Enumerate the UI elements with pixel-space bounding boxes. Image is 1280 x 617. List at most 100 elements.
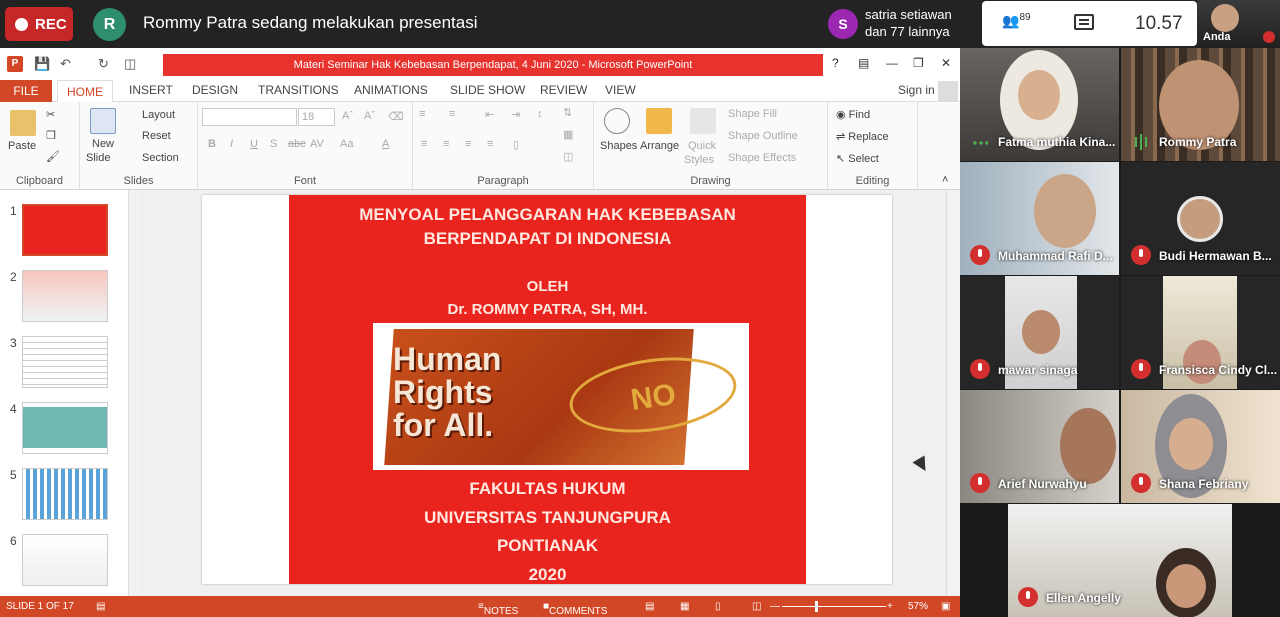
powerpoint-app-icon[interactable]: P: [7, 56, 23, 72]
shape-effects-button[interactable]: Shape Effects: [728, 152, 796, 164]
slide-title[interactable]: MENYOAL PELANGGARAN HAK KEBEBASAN BERPEN…: [289, 203, 806, 251]
participant-tile[interactable]: Budi Hermawan B...: [1121, 162, 1280, 275]
close-icon[interactable]: ✕: [941, 56, 951, 70]
reading-view-icon[interactable]: ▯: [715, 601, 721, 612]
reset-button[interactable]: Reset: [142, 130, 171, 142]
justify-icon[interactable]: ≡: [487, 138, 493, 150]
bold-button[interactable]: B: [208, 138, 216, 150]
new-slide-label[interactable]: Slide: [86, 152, 110, 164]
strikethrough-button[interactable]: abc: [288, 138, 306, 150]
replace-button[interactable]: ⇌ Replace: [836, 130, 889, 143]
fit-slide-icon[interactable]: ▣: [941, 601, 950, 612]
columns-icon[interactable]: ▯: [513, 138, 519, 151]
slideshow-view-icon[interactable]: ◫: [752, 601, 761, 612]
new-slide-icon[interactable]: [90, 108, 116, 134]
spellcheck-icon[interactable]: ▤: [96, 601, 105, 612]
tab-home[interactable]: HOME: [57, 80, 113, 103]
zoom-level[interactable]: 57%: [908, 601, 928, 612]
tab-review[interactable]: REVIEW: [540, 83, 587, 97]
participant-tile[interactable]: mawar sinaga: [960, 276, 1119, 389]
quick-styles-icon[interactable]: [690, 108, 716, 134]
format-painter-icon[interactable]: 🖌: [46, 150, 60, 163]
normal-view-icon[interactable]: ▤: [645, 601, 654, 612]
notes-button[interactable]: ≡ NOTES: [478, 601, 518, 617]
participant-tile[interactable]: Shana Febriany: [1121, 390, 1280, 503]
cut-icon[interactable]: ✂: [46, 108, 55, 121]
participant-tile[interactable]: Muhammad Rafi D...: [960, 162, 1119, 275]
save-icon[interactable]: 💾: [34, 56, 50, 72]
slide-thumbnail-4[interactable]: [22, 402, 108, 454]
recording-indicator[interactable]: REC: [5, 7, 73, 41]
participant-tile[interactable]: Fransisca Cindy Cl...: [1121, 276, 1280, 389]
user-avatar-icon[interactable]: [938, 81, 958, 101]
tab-insert[interactable]: INSERT: [129, 83, 173, 97]
slide-university[interactable]: UNIVERSITAS TANJUNGPURA: [289, 508, 806, 528]
viewers-summary[interactable]: satria setiawan dan 77 lainnya: [865, 6, 952, 40]
shape-outline-button[interactable]: Shape Outline: [728, 130, 798, 142]
text-direction-icon[interactable]: ⇅: [563, 106, 572, 119]
tab-design[interactable]: DESIGN: [192, 83, 238, 97]
font-name-box[interactable]: [202, 108, 297, 126]
align-text-icon[interactable]: ▦: [563, 128, 573, 141]
tab-view[interactable]: VIEW: [605, 83, 636, 97]
slide-thumbnail-1[interactable]: [22, 204, 108, 256]
self-view-tile[interactable]: Anda: [1197, 0, 1280, 48]
participant-tile[interactable]: Fatma muthia Kina...: [960, 48, 1119, 161]
align-left-icon[interactable]: ≡: [421, 138, 427, 150]
tab-slide-show[interactable]: SLIDE SHOW: [450, 83, 525, 97]
paste-icon[interactable]: [10, 110, 36, 136]
shadow-button[interactable]: S: [270, 138, 277, 150]
shape-fill-button[interactable]: Shape Fill: [728, 108, 777, 120]
new-slide-button[interactable]: New: [92, 138, 114, 150]
char-spacing-button[interactable]: AV: [310, 138, 324, 150]
slide-thumbnail-6[interactable]: [22, 534, 108, 586]
participants-button[interactable]: 👥89: [1002, 12, 1031, 30]
participant-tile[interactable]: Ellen Angelly: [1008, 504, 1232, 617]
participant-tile[interactable]: Arief Nurwahyu: [960, 390, 1119, 503]
increase-indent-icon[interactable]: ⇥: [511, 108, 520, 121]
copy-icon[interactable]: ❐: [46, 129, 56, 142]
restore-icon[interactable]: ❐: [913, 56, 924, 70]
arrange-button[interactable]: Arrange: [640, 140, 679, 152]
tab-transitions[interactable]: TRANSITIONS: [258, 83, 339, 97]
align-right-icon[interactable]: ≡: [465, 138, 471, 150]
decrease-indent-icon[interactable]: ⇤: [485, 108, 494, 121]
shapes-icon[interactable]: [604, 108, 630, 134]
zoom-out-icon[interactable]: —: [770, 601, 780, 612]
zoom-in-icon[interactable]: +: [887, 601, 893, 612]
slide-sorter-icon[interactable]: ▦: [680, 601, 689, 612]
help-icon[interactable]: ?: [832, 56, 839, 70]
bullets-icon[interactable]: ≡: [419, 108, 425, 120]
slide-thumbnail-3[interactable]: [22, 336, 108, 388]
font-color-button[interactable]: A: [382, 138, 389, 150]
arrange-icon[interactable]: [646, 108, 672, 134]
tab-file[interactable]: FILE: [0, 80, 52, 102]
ribbon-display-icon[interactable]: ▤: [858, 56, 869, 70]
zoom-slider[interactable]: [782, 606, 886, 607]
participant-tile[interactable]: Rommy Patra: [1121, 48, 1280, 161]
clear-format-icon[interactable]: ⌫: [388, 110, 404, 123]
sign-in-link[interactable]: Sign in: [898, 83, 935, 97]
collapse-ribbon-icon[interactable]: ˄: [942, 174, 948, 186]
align-center-icon[interactable]: ≡: [443, 138, 449, 150]
section-button[interactable]: Section: [142, 152, 179, 164]
paste-button[interactable]: Paste: [8, 140, 36, 152]
layout-button[interactable]: Layout: [142, 109, 175, 121]
human-rights-image[interactable]: Human Rights for All. NO: [373, 323, 749, 470]
shrink-font-icon[interactable]: Aˇ: [364, 110, 375, 122]
find-button[interactable]: ◉ Find: [836, 108, 870, 121]
numbering-icon[interactable]: ≡: [449, 108, 455, 120]
slide-oleh[interactable]: OLEH: [289, 278, 806, 295]
change-case-button[interactable]: Aa: [340, 138, 353, 150]
quick-styles-button[interactable]: Quick: [688, 140, 716, 152]
editor-scrollbar[interactable]: [946, 190, 960, 596]
slide-faculty[interactable]: FAKULTAS HUKUM: [289, 479, 806, 499]
tab-animations[interactable]: ANIMATIONS: [354, 83, 428, 97]
slide-year[interactable]: 2020: [289, 565, 806, 585]
start-slideshow-icon[interactable]: ◫: [124, 56, 136, 72]
slide-author[interactable]: Dr. ROMMY PATRA, SH, MH.: [289, 301, 806, 318]
line-spacing-icon[interactable]: ↕: [537, 108, 543, 120]
slide-city[interactable]: PONTIANAK: [289, 536, 806, 556]
slide-thumbnail-5[interactable]: [22, 468, 108, 520]
smartart-icon[interactable]: ◫: [563, 150, 573, 163]
